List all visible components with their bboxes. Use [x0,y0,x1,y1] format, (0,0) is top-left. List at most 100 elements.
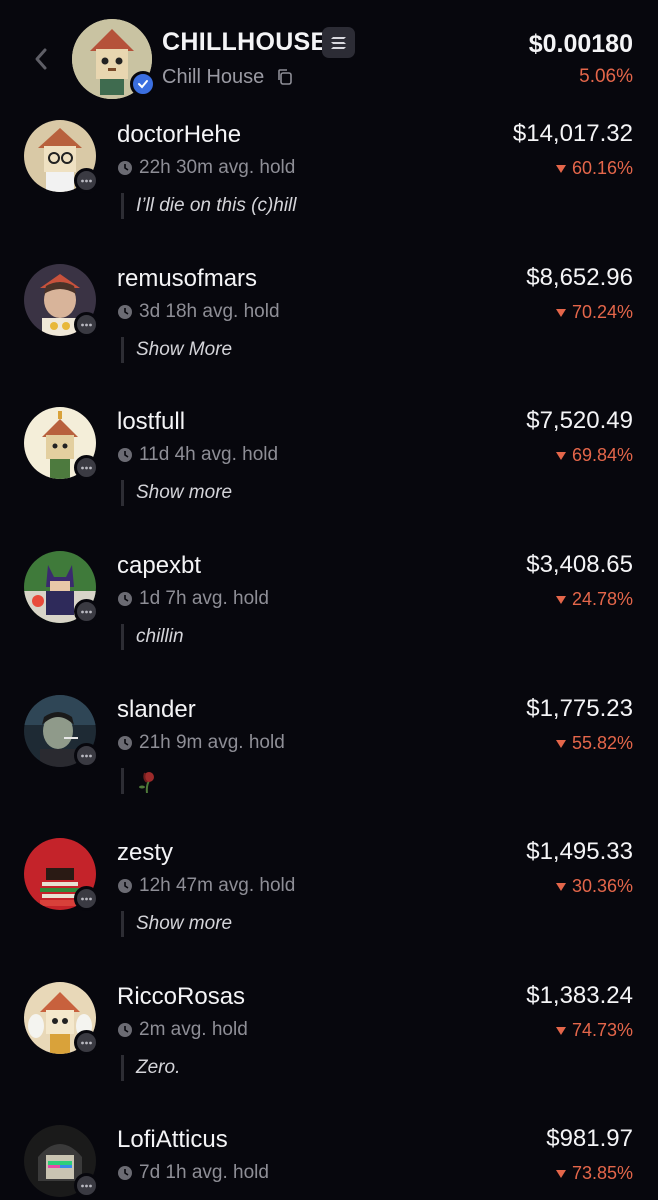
chat-icon [74,743,99,768]
holder-change-text: 74.73% [571,1020,633,1040]
avatar[interactable] [24,982,99,1055]
triangle-down-icon [555,1026,566,1035]
holder-row[interactable]: LofiAtticus 7d 1h avg. hold $981.97 73.8… [0,1117,658,1200]
holder-row[interactable]: RiccoRosas 2m avg. hold Zero. $1,383.24 … [0,974,658,1117]
copy-icon[interactable] [276,68,294,86]
triangle-down-icon [555,739,566,748]
avatar[interactable] [24,1125,99,1198]
chat-icon [74,168,99,193]
holder-name: remusofmars [117,265,258,292]
holder-bio: chillin [121,624,184,650]
avg-hold: 21h 9m avg. hold [117,732,285,754]
holder-name: capexbt [117,552,202,579]
avatar[interactable] [24,695,99,768]
wilted-rose-icon [139,771,154,794]
clock-icon [118,1023,132,1037]
clock-icon [118,879,132,893]
holder-value: $1,383.24 [526,982,633,1009]
holder-name: slander [117,696,196,723]
avg-hold: 3d 18h avg. hold [117,301,280,323]
holder-change: 74.73% [555,1020,633,1041]
holder-name: lostfull [117,408,186,435]
holder-row[interactable]: capexbt 1d 7h avg. hold chillin $3,408.6… [0,543,658,686]
clock-icon [118,448,132,462]
holder-change: 70.24% [555,302,633,323]
avg-hold-text: 22h 30m avg. hold [139,157,296,178]
triangle-down-icon [555,451,566,460]
holder-change-text: 69.84% [571,445,633,465]
clock-icon [118,592,132,606]
holder-change-text: 60.16% [571,158,633,178]
avg-hold-text: 7d 1h avg. hold [139,1162,269,1183]
avg-hold: 12h 47m avg. hold [117,875,295,897]
clock-icon [118,305,132,319]
holder-value: $8,652.96 [526,264,633,291]
holder-value: $1,775.23 [526,695,633,722]
clock-icon [118,161,132,175]
holder-bio: 🥀 [121,768,158,794]
avatar[interactable] [24,120,99,193]
holder-name: RiccoRosas [117,983,246,1010]
show-more-link[interactable]: Show more [121,911,232,937]
back-button[interactable] [28,44,54,74]
triangle-down-icon [555,1169,566,1178]
show-more-link[interactable]: Show more [121,480,232,506]
clock-icon [118,736,132,750]
chat-icon [74,312,99,337]
solana-icon [322,27,355,58]
holder-row[interactable]: slander 21h 9m avg. hold 🥀 $1,775.23 55.… [0,687,658,830]
holder-change: 24.78% [555,589,633,610]
holder-change-text: 70.24% [571,302,633,322]
holder-change-text: 73.85% [571,1163,633,1183]
chat-icon [74,1030,99,1055]
clock-icon [118,1166,132,1180]
token-price: $0.00180 [528,30,633,58]
holder-change: 55.82% [555,733,633,754]
avg-hold-text: 3d 18h avg. hold [139,301,280,322]
holder-value: $1,495.33 [526,838,633,865]
holder-name: LofiAtticus [117,1126,228,1153]
token-avatar[interactable] [72,19,156,99]
holder-change-text: 30.36% [571,876,633,896]
holder-change: 73.85% [555,1163,633,1184]
triangle-down-icon [555,595,566,604]
avatar[interactable] [24,838,99,911]
holder-value: $981.97 [546,1125,633,1152]
avg-hold: 1d 7h avg. hold [117,588,269,610]
holder-bio: Zero. [121,1055,180,1081]
holder-change: 69.84% [555,445,633,466]
avg-hold: 11d 4h avg. hold [117,444,278,466]
chat-icon [74,886,99,911]
avatar[interactable] [24,551,99,624]
holder-value: $3,408.65 [526,551,633,578]
avg-hold-text: 2m avg. hold [139,1019,248,1040]
show-more-link[interactable]: Show More [121,337,232,363]
holder-row[interactable]: remusofmars 3d 18h avg. hold Show More $… [0,256,658,399]
holder-row[interactable]: doctorHehe 22h 30m avg. hold I’ll die on… [0,112,658,255]
holder-change: 30.36% [555,876,633,897]
holder-change-text: 55.82% [571,733,633,753]
avatar[interactable] [24,407,99,480]
holder-name: doctorHehe [117,121,242,148]
holder-bio: I’ll die on this (c)hill [121,193,297,219]
triangle-down-icon [555,164,566,173]
avatar[interactable] [24,264,99,337]
avg-hold-text: 1d 7h avg. hold [139,588,269,609]
holder-row[interactable]: lostfull 11d 4h avg. hold Show more $7,5… [0,399,658,542]
avg-hold-text: 11d 4h avg. hold [139,444,279,465]
holder-value: $14,017.32 [512,120,633,147]
token-change: 5.06% [579,66,633,87]
holder-change: 60.16% [555,158,633,179]
avg-hold: 22h 30m avg. hold [117,157,295,179]
avg-hold-text: 12h 47m avg. hold [139,875,296,896]
holder-value: $7,520.49 [526,407,633,434]
chevron-left-icon [35,48,47,70]
token-header: CHILLHOUSE Chill House $0.00180 5.06% [0,0,658,110]
token-symbol: CHILLHOUSE [162,28,328,56]
holder-name: zesty [117,839,174,866]
verified-badge-icon [130,71,156,97]
chat-icon [74,455,99,480]
triangle-down-icon [555,308,566,317]
holder-row[interactable]: zesty 12h 47m avg. hold Show more $1,495… [0,830,658,973]
chat-icon [74,599,99,624]
